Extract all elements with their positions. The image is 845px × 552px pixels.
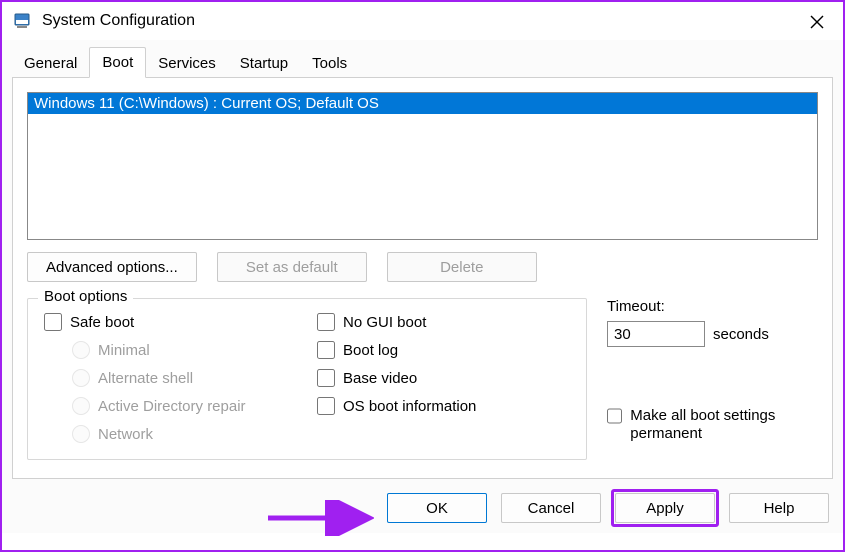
os-boot-info-label: OS boot information (343, 398, 476, 415)
set-default-button: Set as default (217, 252, 367, 282)
dialog-footer: OK Cancel Apply Help (12, 493, 833, 523)
list-action-row: Advanced options... Set as default Delet… (27, 252, 818, 282)
ok-button[interactable]: OK (387, 493, 487, 523)
tab-tools[interactable]: Tools (300, 49, 359, 78)
base-video-label: Base video (343, 370, 417, 387)
window-frame: System Configuration General Boot Servic… (0, 0, 845, 552)
timeout-area: Timeout: seconds Make all boot settings … (607, 298, 818, 460)
help-button[interactable]: Help (729, 493, 829, 523)
cancel-button[interactable]: Cancel (501, 493, 601, 523)
minimal-radio (72, 341, 90, 359)
titlebar: System Configuration (2, 2, 843, 40)
no-gui-boot-label: No GUI boot (343, 314, 426, 331)
timeout-input[interactable] (607, 321, 705, 347)
apply-highlight: Apply (615, 493, 715, 523)
timeout-unit: seconds (713, 326, 769, 343)
advanced-options-button[interactable]: Advanced options... (27, 252, 197, 282)
network-radio (72, 425, 90, 443)
tab-startup[interactable]: Startup (228, 49, 300, 78)
make-permanent-label: Make all boot settings permanent (630, 407, 818, 443)
safe-boot-label: Safe boot (70, 314, 134, 331)
app-icon (12, 10, 34, 32)
os-list-entry[interactable]: Windows 11 (C:\Windows) : Current OS; De… (28, 93, 817, 114)
window-title: System Configuration (42, 12, 195, 30)
alternate-shell-label: Alternate shell (98, 370, 193, 387)
client-area: General Boot Services Startup Tools Wind… (2, 40, 843, 533)
alternate-shell-radio (72, 369, 90, 387)
tab-general[interactable]: General (12, 49, 89, 78)
boot-log-label: Boot log (343, 342, 398, 359)
boot-options-group: Boot options Safe boot Minimal Alter (27, 298, 587, 460)
delete-button: Delete (387, 252, 537, 282)
os-listbox[interactable]: Windows 11 (C:\Windows) : Current OS; De… (27, 92, 818, 240)
ad-repair-label: Active Directory repair (98, 398, 246, 415)
network-label: Network (98, 426, 153, 443)
boot-log-checkbox[interactable] (317, 341, 335, 359)
os-boot-info-checkbox[interactable] (317, 397, 335, 415)
timeout-label: Timeout: (607, 298, 818, 315)
tab-services[interactable]: Services (146, 49, 228, 78)
tabstrip: General Boot Services Startup Tools (12, 46, 833, 78)
boot-tab-panel: Windows 11 (C:\Windows) : Current OS; De… (12, 78, 833, 479)
base-video-checkbox[interactable] (317, 369, 335, 387)
tab-boot[interactable]: Boot (89, 47, 146, 78)
make-permanent-checkbox[interactable] (607, 407, 622, 425)
boot-options-legend: Boot options (38, 288, 133, 305)
minimal-label: Minimal (98, 342, 150, 359)
close-icon[interactable] (805, 10, 829, 34)
ad-repair-radio (72, 397, 90, 415)
apply-button[interactable]: Apply (615, 493, 715, 523)
no-gui-boot-checkbox[interactable] (317, 313, 335, 331)
safe-boot-checkbox[interactable] (44, 313, 62, 331)
